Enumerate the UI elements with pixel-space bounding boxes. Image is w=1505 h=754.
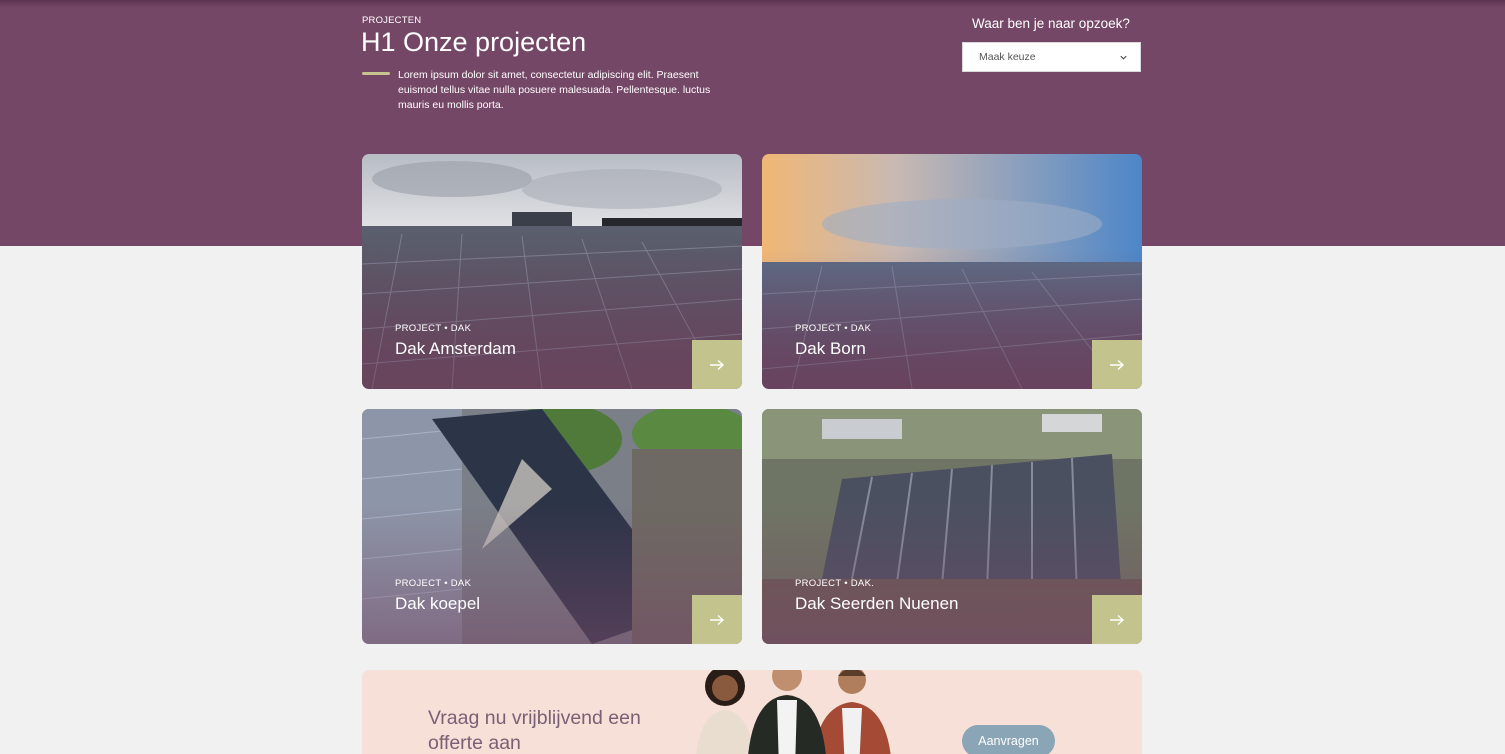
project-card-koepel[interactable]: PROJECT • DAK Dak koepel (362, 409, 742, 644)
card-arrow-button[interactable] (1092, 595, 1142, 644)
arrow-right-icon (1110, 614, 1125, 625)
arrow-right-icon (710, 614, 725, 625)
people-illustration (696, 670, 891, 754)
arrow-right-icon (1110, 359, 1125, 370)
quote-cta-banner: Vraag nu vrijblijvend een offerte aan Aa… (362, 670, 1142, 754)
card-title: Dak Born (795, 339, 866, 358)
card-tag: PROJECT • DAK. (795, 578, 875, 589)
hero-background (0, 0, 1505, 246)
card-title: Dak Amsterdam (395, 339, 516, 358)
project-card-amsterdam[interactable]: PROJECT • DAK Dak Amsterdam (362, 154, 742, 389)
card-arrow-button[interactable] (1092, 340, 1142, 389)
card-arrow-button[interactable] (692, 340, 742, 389)
filter-label: Waar ben je naar opzoek? (972, 16, 1130, 31)
chevron-down-icon (1120, 55, 1127, 60)
card-title: Dak koepel (395, 594, 481, 613)
card-tag: PROJECT • DAK (795, 323, 872, 334)
arrow-right-icon (710, 359, 725, 370)
project-card-born[interactable]: PROJECT • DAK Dak Born (762, 154, 1142, 389)
project-card-seerden-nuenen[interactable]: PROJECT • DAK. Dak Seerden Nuenen (762, 409, 1142, 644)
intro-text: Lorem ipsum dolor sit amet, consectetur … (398, 69, 711, 111)
page-title: H1 Onze projecten (361, 27, 587, 57)
filter-selected-value: Maak keuze (979, 51, 1036, 63)
eyebrow-label: PROJECTEN (362, 15, 422, 26)
project-filter-select[interactable]: Maak keuze (962, 42, 1141, 72)
card-arrow-button[interactable] (692, 595, 742, 644)
card-tag: PROJECT • DAK (395, 578, 472, 589)
card-title: Dak Seerden Nuenen (795, 594, 959, 613)
cta-title: Vraag nu vrijblijvend een offerte aan (428, 707, 641, 754)
request-quote-button[interactable]: Aanvragen (962, 725, 1055, 754)
card-tag: PROJECT • DAK (395, 323, 472, 334)
accent-divider (362, 72, 390, 75)
